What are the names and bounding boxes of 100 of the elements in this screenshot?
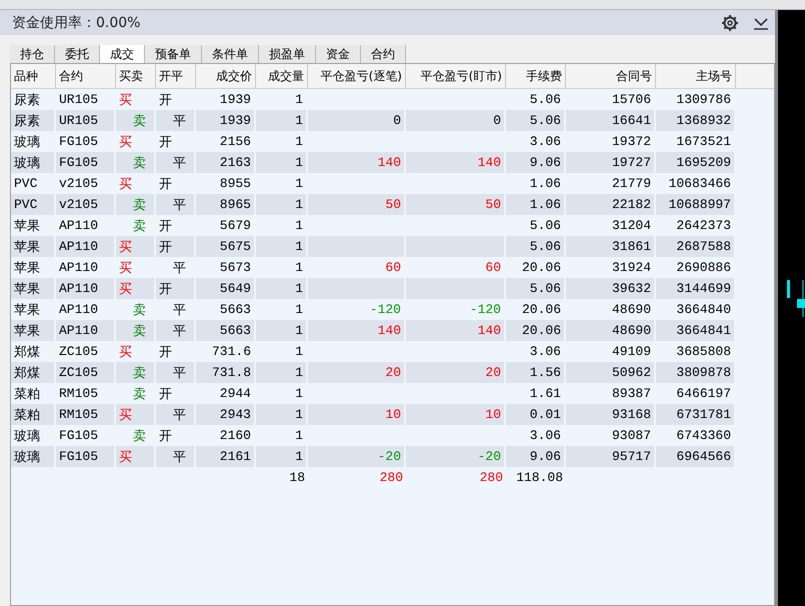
table-cell-text: 买 — [119, 92, 132, 108]
table-row[interactable]: 苹果 AP110 买 平 5673 1 60 60 20.06 31924 2690886 — [11, 257, 736, 278]
table-cell: 1 — [256, 446, 308, 467]
table-cell: 60 — [485, 260, 501, 275]
tab[interactable]: 损盈单 — [259, 45, 316, 63]
table-cell-text: 卖 — [132, 428, 146, 444]
tab[interactable]: 合约 — [361, 45, 406, 63]
table-cell-text: 卖 — [132, 322, 146, 340]
table-cell-text: 开 — [159, 238, 172, 256]
table-cell: 2161 — [196, 446, 256, 467]
table-row[interactable]: 尿素 UR105 买 开 1939 1 5.06 15706 1309786 — [11, 89, 736, 110]
column-header[interactable]: 开平 — [156, 64, 196, 88]
table-cell-text: 开 — [159, 386, 172, 402]
table-row[interactable]: 菜粕 RM105 卖 开 2944 1 1.61 89387 6466197 — [11, 383, 736, 404]
table-row[interactable]: 玻璃 FG105 卖 平 2163 1 140 140 9.06 19727 1695209 — [11, 152, 736, 173]
table-cell: -20 — [378, 449, 401, 464]
table-cell: 95717 — [566, 446, 656, 467]
table-row[interactable]: 尿素 UR105 卖 平 1939 1 0 0 5.06 16641 1368932 — [11, 110, 736, 131]
column-header[interactable]: 买卖 — [116, 64, 156, 88]
total-cell: 280 — [480, 470, 503, 485]
table-cell-text: 平 — [172, 322, 186, 340]
column-header[interactable]: 成交量 — [256, 64, 308, 88]
table-cell: 10 — [385, 407, 401, 422]
table-cell-text: 平 — [172, 196, 186, 214]
column-header[interactable]: 品种 — [11, 64, 56, 88]
table-cell-text: 卖 — [132, 218, 146, 234]
table-cell-text: 卖 — [132, 196, 146, 214]
minimize-icon[interactable] — [753, 16, 769, 30]
table-cell: -20 — [478, 449, 501, 464]
tab[interactable]: 委托 — [55, 45, 100, 63]
table-row[interactable]: 郑煤 ZC105 买 开 731.6 1 3.06 49109 3685808 — [11, 341, 736, 362]
table-cell-text: 开 — [159, 218, 172, 234]
total-cell: 280 — [380, 470, 403, 485]
table-cell-text: 平 — [172, 154, 186, 172]
column-header[interactable]: 合同号 — [566, 64, 656, 88]
tab[interactable]: 条件单 — [202, 45, 259, 63]
table-cell-text: 卖 — [132, 386, 146, 402]
table-cell-text: 平 — [172, 260, 186, 276]
table-cell-text: 平 — [172, 302, 186, 318]
table-cell-text: 卖 — [132, 302, 146, 318]
table-row[interactable]: 玻璃 FG105 买 开 2156 1 3.06 19372 1673521 — [11, 131, 736, 152]
table-cell-text: 买 — [119, 238, 132, 256]
table-cell-text: 买 — [119, 344, 132, 360]
table-cell-text: 平 — [172, 448, 186, 466]
table-cell: 10 — [485, 407, 501, 422]
table-row[interactable]: PVC v2105 卖 平 8965 1 50 50 1.06 22182 10688997 — [11, 194, 736, 215]
table-cell-text: 卖 — [132, 112, 146, 130]
table-cell: 玻璃 — [11, 446, 56, 467]
table-row[interactable]: 苹果 AP110 卖 开 5679 1 5.06 31204 2642373 — [11, 215, 736, 236]
total-cell-text: 118.08 — [515, 469, 564, 487]
window-title: 资金使用率：0.00% — [12, 14, 140, 32]
table-row[interactable]: 苹果 AP110 卖 平 5663 1 140 140 20.06 48690 3664841 — [11, 320, 736, 341]
table-cell-text: 买 — [119, 176, 132, 192]
table-cell-text: 开 — [159, 280, 172, 298]
tab[interactable]: 预备单 — [145, 45, 202, 63]
table-row[interactable]: 玻璃 FG105 卖 开 2160 1 3.06 93087 6743360 — [11, 425, 736, 446]
column-header[interactable]: 合约 — [56, 64, 116, 88]
table-cell: 50 — [485, 197, 501, 212]
column-header[interactable]: 手续费 — [506, 64, 566, 88]
table-row[interactable]: 郑煤 ZC105 卖 平 731.8 1 20 20 1.56 50962 3809878 — [11, 362, 736, 383]
table-cell-text: 买 — [119, 260, 132, 276]
table-cell: 20 — [485, 365, 501, 380]
column-header[interactable]: 平仓盈亏(盯市) — [406, 64, 506, 88]
table-cell: 0 — [393, 113, 401, 128]
tab[interactable]: 持仓 — [10, 45, 55, 63]
table-cell-text: 平 — [172, 112, 186, 130]
table-row[interactable]: 菜粕 RM105 买 平 2943 1 10 10 0.01 93168 6731781 — [11, 404, 736, 425]
table-cell-text: 开 — [159, 92, 172, 108]
table-cell-text: 买 — [119, 280, 132, 298]
table-cell-text: 开 — [159, 428, 172, 444]
table-cell-text: 买 — [119, 134, 132, 150]
table-cell-text: 平 — [172, 364, 186, 382]
table-cell-text: 平 — [172, 406, 186, 424]
table-cell: 60 — [385, 260, 401, 275]
table-cell: 0 — [493, 113, 501, 128]
table-cell-text: 买 — [119, 406, 132, 424]
tab[interactable]: 资金 — [316, 45, 361, 63]
column-header[interactable]: 主场号 — [656, 64, 736, 88]
table-cell: 6964566 — [656, 446, 736, 467]
table-cell-text: 开 — [159, 134, 172, 150]
total-cell-text: 18 — [288, 469, 306, 487]
table-cell-text: 开 — [159, 344, 172, 360]
table-cell-text: 开 — [159, 176, 172, 192]
column-header[interactable]: 成交价 — [196, 64, 256, 88]
table-cell: 50 — [385, 197, 401, 212]
tab[interactable]: 成交 — [100, 45, 145, 63]
table-cell: 9.06 — [506, 446, 566, 467]
table-row[interactable]: 玻璃 FG105 买 平 2161 1 -20 -20 9.06 95717 6964566 — [11, 446, 736, 467]
table-cell: -120 — [370, 302, 401, 317]
table-cell-text: 卖 — [132, 364, 146, 382]
table-cell: 140 — [478, 155, 501, 170]
table-cell: -120 — [470, 302, 501, 317]
settings-icon[interactable] — [721, 14, 739, 32]
table-cell: FG105 — [56, 446, 116, 467]
table-row[interactable]: 苹果 AP110 买 开 5675 1 5.06 31861 2687588 — [11, 236, 736, 257]
column-header[interactable]: 平仓盈亏(逐笔) — [308, 64, 406, 88]
table-cell: 20 — [385, 365, 401, 380]
table-row[interactable]: 苹果 AP110 卖 平 5663 1 -120 -120 20.06 48690 3664840 — [11, 299, 736, 320]
table-row[interactable]: 苹果 AP110 买 开 5649 1 5.06 39632 3144699 — [11, 278, 736, 299]
table-cell: 140 — [478, 323, 501, 338]
